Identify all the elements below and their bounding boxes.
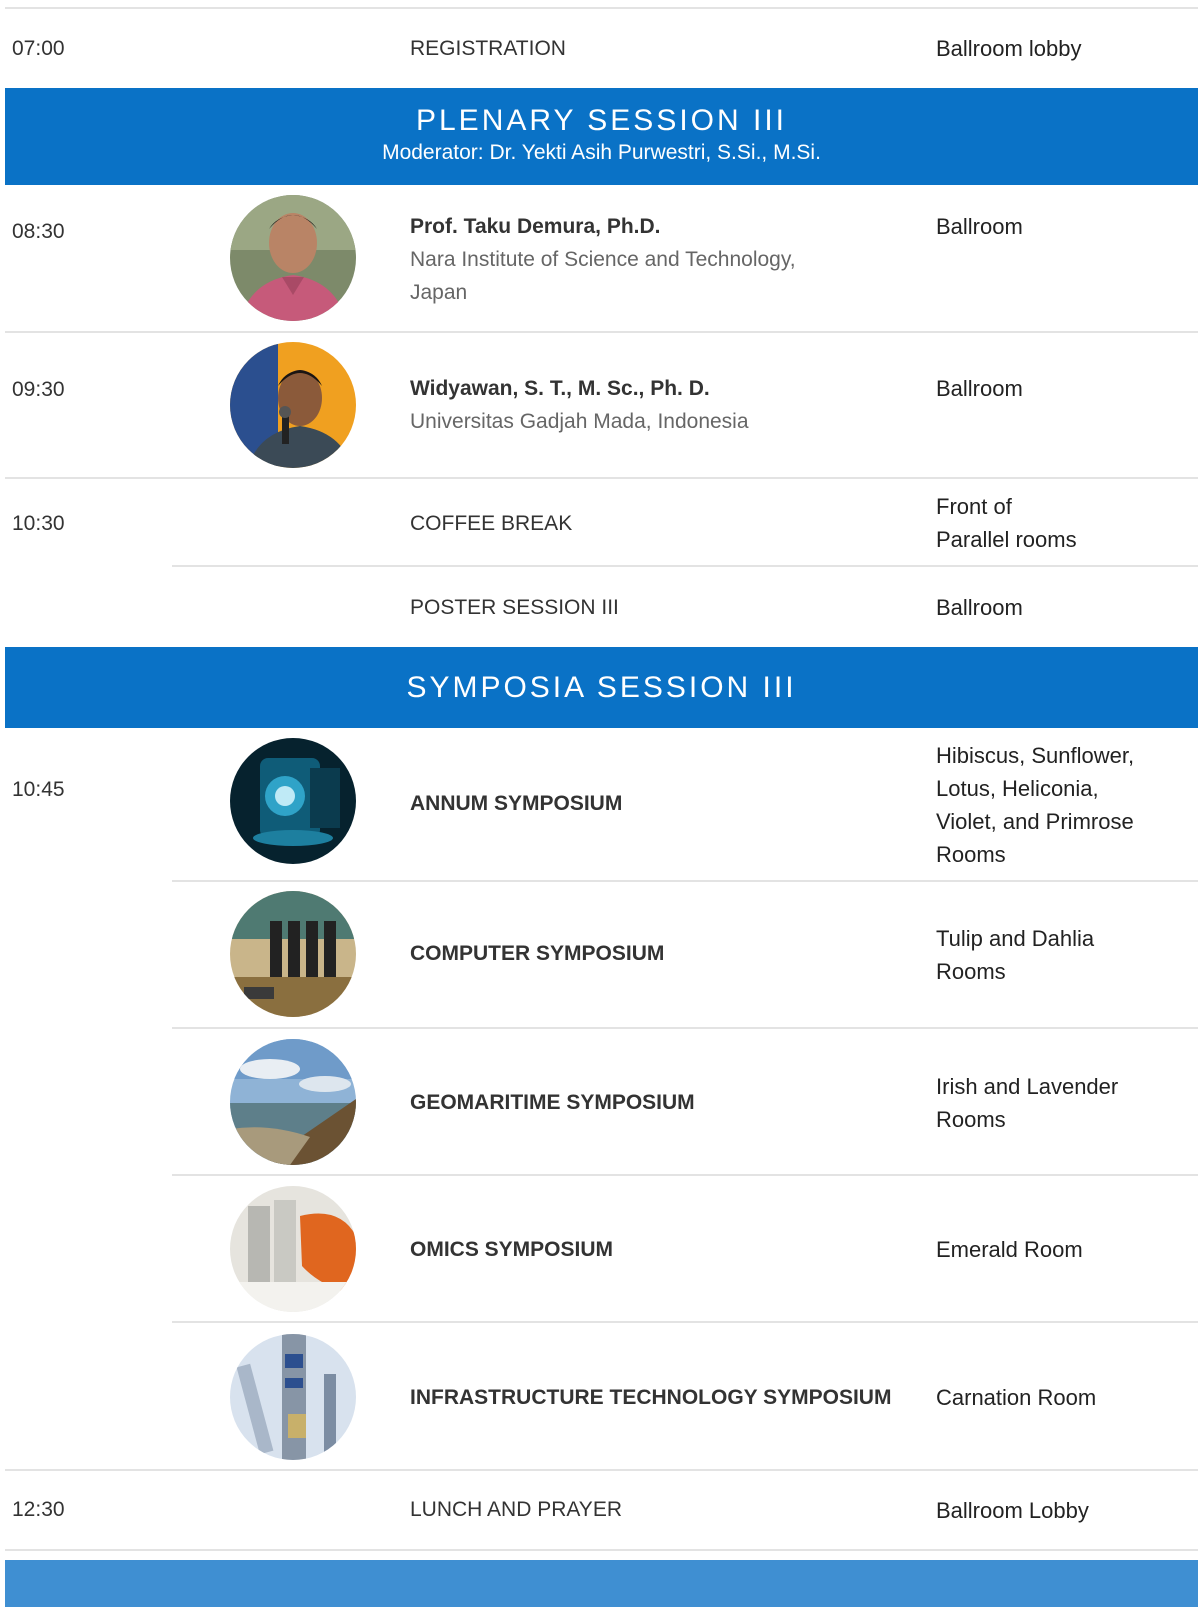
symposium-photo [230, 1186, 356, 1312]
event-title: REGISTRATION [410, 37, 566, 60]
event-location: Irish and Lavender [936, 1074, 1119, 1099]
time-label: 08:30 [12, 220, 65, 243]
speaker-affiliation: Japan [410, 281, 468, 304]
time-label: 10:30 [12, 512, 65, 535]
event-location: Front of [936, 494, 1012, 519]
event-location: Emerald Room [936, 1237, 1083, 1262]
event-title: POSTER SESSION III [410, 596, 619, 619]
next-session-header [5, 1560, 1198, 1607]
symposium-photo [230, 891, 356, 1017]
symposium-name: ANNUM SYMPOSIUM [410, 792, 623, 815]
speaker-affiliation: Nara Institute of Science and Technology… [410, 248, 796, 271]
divider [172, 880, 1198, 882]
moderator-label: Moderator: Dr. Yekti Asih Purwestri, S.S… [382, 141, 821, 164]
event-location: Ballroom [936, 376, 1023, 401]
symposium-name: INFRASTRUCTURE TECHNOLOGY SYMPOSIUM [410, 1386, 892, 1409]
symposium-name: COMPUTER SYMPOSIUM [410, 942, 665, 965]
event-location: Lotus, Heliconia, [936, 776, 1099, 801]
event-location: Ballroom [936, 214, 1023, 239]
speaker-photo [230, 195, 356, 321]
plenary-session-header: PLENARY SESSION III Moderator: Dr. Yekti… [5, 88, 1198, 185]
event-location: Ballroom [936, 595, 1023, 620]
speaker-name: Prof. Taku Demura, Ph.D. [410, 215, 661, 238]
event-location: Rooms [936, 1107, 1006, 1132]
symposium-photo [230, 1039, 356, 1165]
divider [5, 1469, 1198, 1471]
speaker-affiliation: Universitas Gadjah Mada, Indonesia [410, 410, 749, 433]
divider [5, 477, 1198, 479]
symposium-photo [230, 1334, 356, 1460]
speaker-name: Widyawan, S. T., M. Sc., Ph. D. [410, 377, 710, 400]
divider [5, 7, 1198, 9]
event-location: Rooms [936, 842, 1006, 867]
session-title: SYMPOSIA SESSION III [406, 671, 797, 704]
event-location: Ballroom lobby [936, 36, 1082, 61]
divider [5, 331, 1198, 333]
symposia-session-header: SYMPOSIA SESSION III [5, 647, 1198, 728]
time-label: 09:30 [12, 378, 65, 401]
divider [172, 1027, 1198, 1029]
event-location: Ballroom Lobby [936, 1498, 1089, 1523]
time-label: 10:45 [12, 778, 65, 801]
session-title: PLENARY SESSION III [415, 104, 788, 137]
symposium-photo [230, 738, 356, 864]
event-title: COFFEE BREAK [410, 512, 573, 535]
time-label: 12:30 [12, 1498, 65, 1521]
event-location: Rooms [936, 959, 1006, 984]
symposium-name: GEOMARITIME SYMPOSIUM [410, 1091, 695, 1114]
event-title: LUNCH AND PRAYER [410, 1498, 622, 1521]
divider [172, 1174, 1198, 1176]
event-location: Parallel rooms [936, 527, 1077, 552]
event-location: Violet, and Primrose [936, 809, 1134, 834]
divider [172, 1321, 1198, 1323]
divider [5, 1549, 1198, 1551]
time-label: 07:00 [12, 37, 65, 60]
event-location: Hibiscus, Sunflower, [936, 743, 1135, 768]
symposium-name: OMICS SYMPOSIUM [410, 1238, 614, 1261]
speaker-photo [230, 342, 356, 468]
divider [172, 565, 1198, 567]
event-location: Carnation Room [936, 1385, 1097, 1410]
event-location: Tulip and Dahlia [936, 926, 1095, 951]
